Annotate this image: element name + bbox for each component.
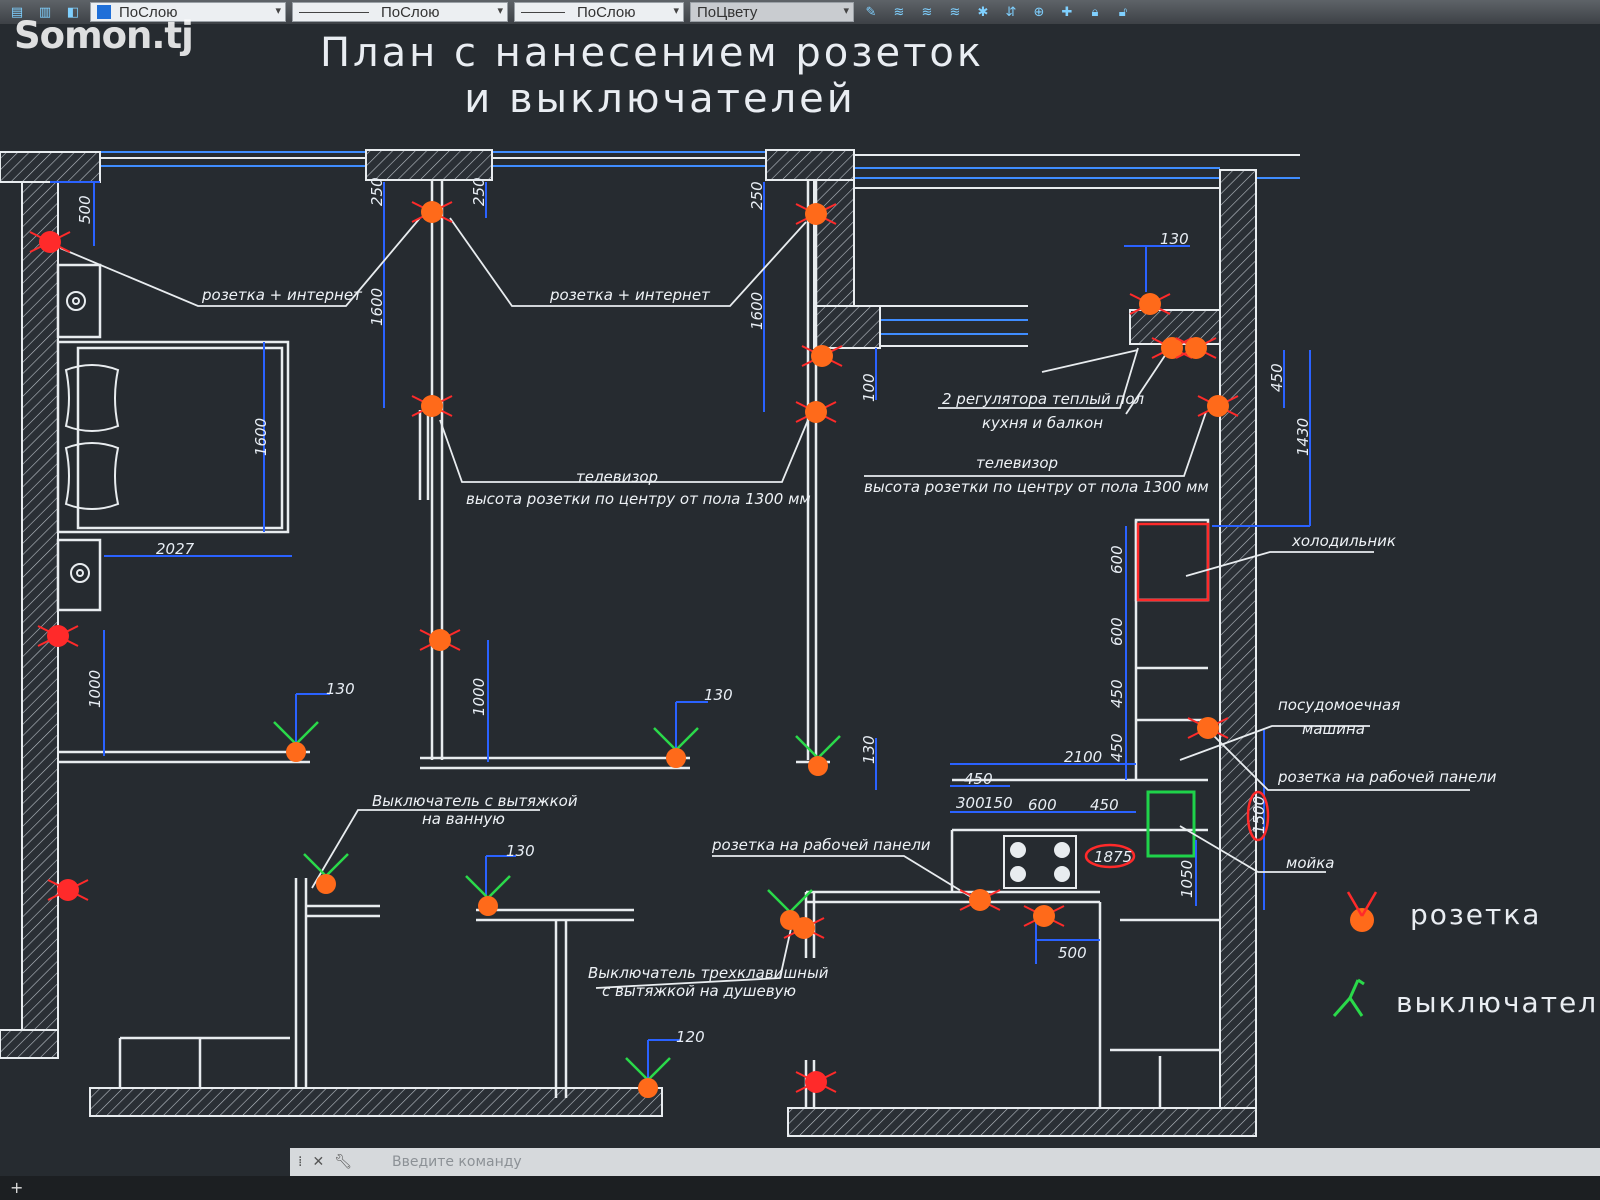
socket-symbol <box>795 401 837 423</box>
label-work-panel-socket-right: розетка на рабочей панели <box>1277 768 1497 786</box>
switch-symbol <box>303 853 349 894</box>
label-dishwasher-2: машина <box>1302 720 1365 738</box>
dim-600-a: 600 <box>1108 545 1126 574</box>
label-tv-height-2: высота розетки по центру от пола 1300 мм <box>864 478 1209 496</box>
dim-1875: 1875 <box>1094 848 1132 866</box>
label-triple-switch-2: с вытяжкой на душевую <box>602 982 796 1000</box>
bed-pillows <box>64 364 120 510</box>
socket-symbol <box>411 395 453 417</box>
sink-outline <box>1146 790 1196 858</box>
dim-120: 120 <box>676 1028 705 1046</box>
dim-600-c: 600 <box>1028 796 1057 814</box>
command-input[interactable]: Введите команду <box>392 1154 522 1170</box>
drawing-title-line1: План с нанесением розеток <box>320 30 984 76</box>
drawing-canvas[interactable]: План с нанесением розеток и выключателей <box>0 0 1600 1148</box>
label-tv-height-1: высота розетки по центру от пола 1300 мм <box>466 490 811 508</box>
socket-symbol <box>959 889 1001 911</box>
legend-socket-icon <box>1346 891 1378 932</box>
dim-500-bottom: 500 <box>1058 944 1087 962</box>
dim-450-right: 450 <box>1268 363 1286 392</box>
dim-130-top: 130 <box>1160 230 1189 248</box>
dim-600-b: 600 <box>1108 617 1126 646</box>
dim-130-d: 130 <box>506 842 535 860</box>
socket-symbol <box>411 201 453 223</box>
command-line[interactable]: ⁞ ✕ 🔧︎ Введите команду <box>290 1148 1600 1176</box>
label-triple-switch-1: Выключатель трехклавишный <box>588 964 829 982</box>
dim-1600-b: 1600 <box>748 292 766 330</box>
socket-symbol <box>1023 905 1065 927</box>
dim-250-c: 250 <box>748 181 766 210</box>
dim-1050: 1050 <box>1178 860 1196 898</box>
label-socket-internet-1: розетка + интернет <box>201 286 363 304</box>
label-sink: мойка <box>1286 854 1335 872</box>
dim-2027: 2027 <box>156 540 195 558</box>
dim-1600-a: 1600 <box>368 288 386 326</box>
dim-450-b: 450 <box>1108 733 1126 762</box>
socket-symbol <box>1129 293 1171 315</box>
label-work-panel-socket-left: розетка на рабочей панели <box>711 836 931 854</box>
dim-250-b: 250 <box>470 177 488 206</box>
dim-130-b: 130 <box>704 686 733 704</box>
dim-100: 100 <box>860 373 878 402</box>
add-layout-icon[interactable]: + <box>10 1178 23 1197</box>
command-handle-icon[interactable]: ⁞ <box>298 1154 302 1170</box>
dim-1430: 1430 <box>1294 418 1312 456</box>
legend-switch-label: выключател <box>1396 986 1598 1019</box>
dim-1500: 1500 <box>1250 796 1268 834</box>
wrench-icon[interactable]: 🔧︎ <box>334 1154 352 1170</box>
walls-outline <box>100 154 1300 347</box>
legend-switch-icon <box>1332 978 1365 1017</box>
dim-1000-b: 1000 <box>470 678 488 716</box>
socket-symbol <box>795 1071 837 1093</box>
dim-250-a: 250 <box>368 177 386 206</box>
fridge-outline <box>1136 522 1210 602</box>
switch-symbol <box>795 735 841 776</box>
close-icon[interactable]: ✕ <box>312 1154 324 1170</box>
label-bath-switch-1: Выключатель с вытяжкой <box>372 792 578 810</box>
dim-300: 300 <box>956 794 985 812</box>
dim-130-a: 130 <box>326 680 355 698</box>
label-bath-switch-2: на ванную <box>422 810 505 828</box>
label-floor-regulators-2: кухня и балкон <box>982 414 1103 432</box>
legend: розетка выключател <box>1332 891 1598 1019</box>
dim-450-c: 450 <box>964 770 993 788</box>
dim-1000-a: 1000 <box>86 670 104 708</box>
status-bar: + <box>0 1176 1600 1200</box>
dim-450-d: 450 <box>1090 796 1119 814</box>
dim-150: 150 <box>984 794 1013 812</box>
label-floor-regulators-1: 2 регулятора теплый пол <box>942 390 1145 408</box>
sockets-layer <box>29 201 1239 1093</box>
legend-socket-label: розетка <box>1410 898 1541 931</box>
drawing-title-line2: и выключателей <box>464 76 856 122</box>
dim-1600-bed: 1600 <box>252 418 270 456</box>
label-tv-1: телевизор <box>576 468 658 486</box>
socket-symbol <box>419 629 461 651</box>
dim-2100: 2100 <box>1064 748 1102 766</box>
label-tv-2: телевизор <box>976 454 1058 472</box>
dim-450-a: 450 <box>1108 679 1126 708</box>
label-dishwasher-1: посудомоечная <box>1278 696 1400 714</box>
label-socket-internet-2: розетка + интернет <box>549 286 711 304</box>
label-fridge: холодильник <box>1291 532 1396 550</box>
stove <box>1003 835 1077 889</box>
dim-130-c: 130 <box>860 735 878 764</box>
dim-500-top: 500 <box>76 195 94 224</box>
